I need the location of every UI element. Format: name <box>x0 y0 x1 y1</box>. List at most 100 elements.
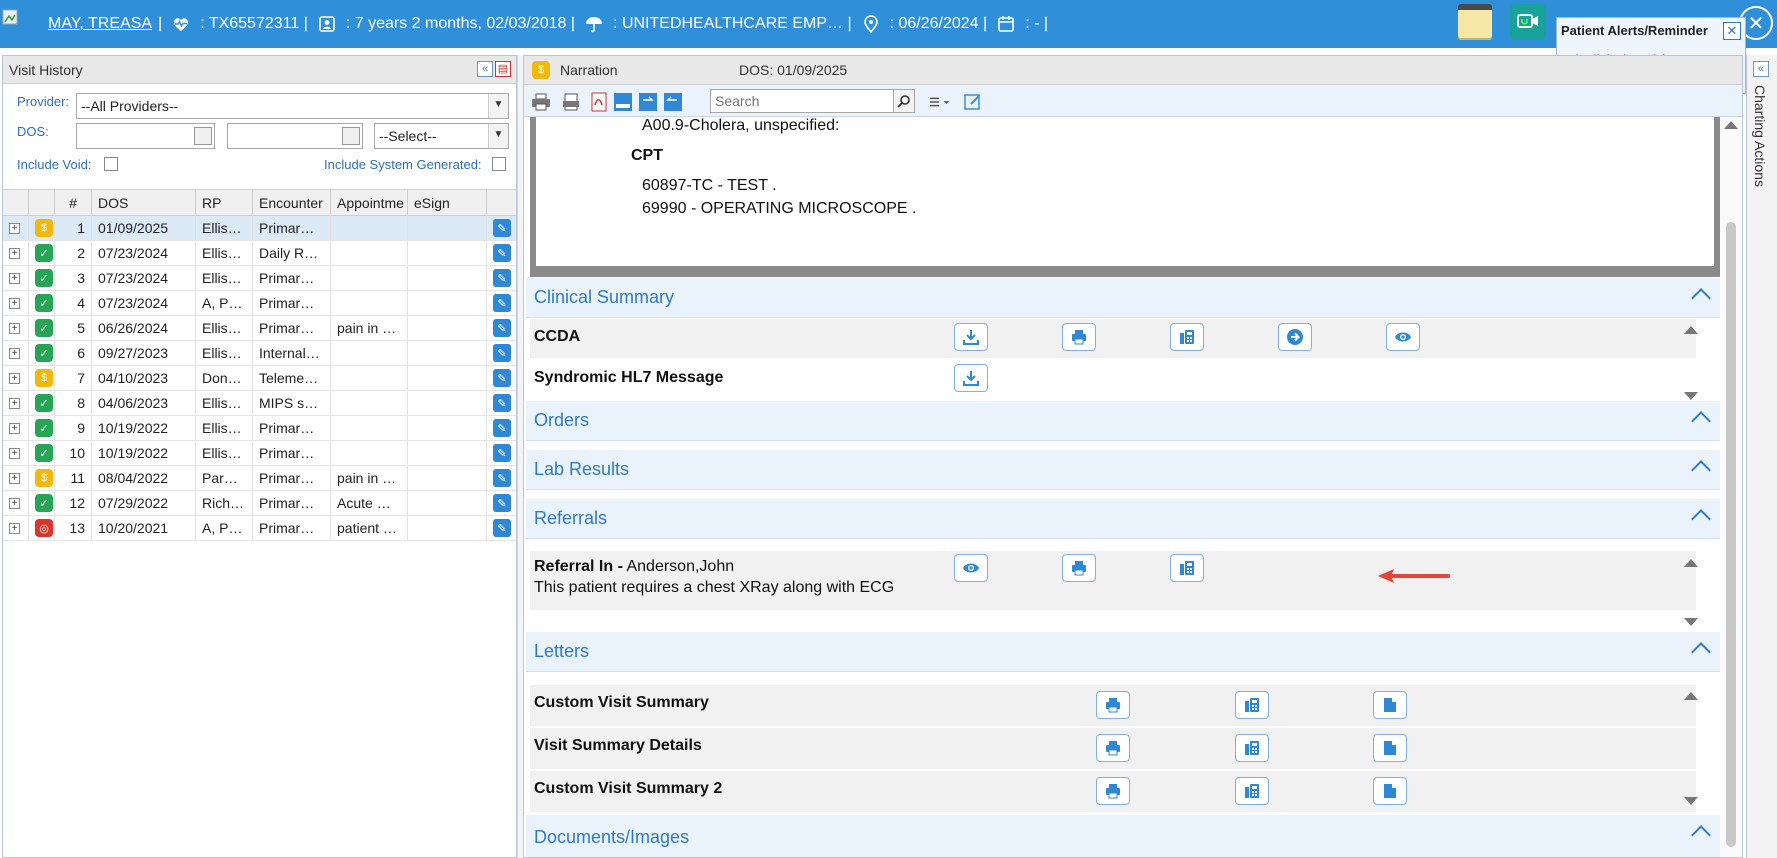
print-preview-icon[interactable] <box>560 92 582 112</box>
narration-search-input[interactable] <box>710 89 894 113</box>
expand-row-icon[interactable]: + <box>9 222 20 234</box>
letter1-document-button[interactable] <box>1373 691 1407 719</box>
print-icon[interactable] <box>530 92 552 112</box>
chevron-up-icon[interactable] <box>1691 411 1711 431</box>
pdf-icon[interactable]: ▤ <box>495 61 511 77</box>
scroll-up-icon[interactable] <box>1684 326 1698 334</box>
chevron-up-icon[interactable] <box>1691 288 1711 308</box>
close-alerts-icon[interactable]: ✕ <box>1723 22 1741 40</box>
edit-visit-icon[interactable]: ✎ <box>493 319 511 337</box>
scroll-down-icon[interactable] <box>1684 392 1698 400</box>
calendar-icon[interactable] <box>194 127 212 145</box>
expand-row-icon[interactable]: + <box>9 422 20 434</box>
letter3-print-button[interactable] <box>1096 777 1130 805</box>
search-icon[interactable] <box>893 89 915 113</box>
edit-visit-icon[interactable]: ✎ <box>493 444 511 462</box>
expand-row-icon[interactable]: + <box>9 397 20 409</box>
chevron-up-icon[interactable] <box>1691 509 1711 529</box>
expand-row-icon[interactable]: + <box>9 447 20 459</box>
letter1-print-button[interactable] <box>1096 691 1130 719</box>
referral-view-button[interactable] <box>954 554 988 582</box>
expand-row-icon[interactable]: + <box>9 297 20 309</box>
ccda-fax-button[interactable] <box>1170 323 1204 351</box>
ccda-send-button[interactable] <box>1278 323 1312 351</box>
scroll-thumb[interactable] <box>1726 222 1736 847</box>
ccda-view-button[interactable] <box>1386 323 1420 351</box>
edit-visit-icon[interactable]: ✎ <box>493 219 511 237</box>
expand-row-icon[interactable]: + <box>9 372 20 384</box>
menu-icon[interactable] <box>929 92 951 112</box>
referral-fax-button[interactable] <box>1170 554 1204 582</box>
letter1-fax-button[interactable] <box>1235 691 1269 719</box>
col-rp[interactable]: RP <box>196 190 253 215</box>
clinical-summary-header[interactable]: Clinical Summary <box>526 278 1722 318</box>
provider-select[interactable]: --All Providers-- ▼ <box>76 93 509 119</box>
hl7-download-button[interactable] <box>954 364 988 392</box>
table-row[interactable]: + ✓ 4 07/23/2024 A, P… Primar… ✎ <box>3 291 516 316</box>
letters-header[interactable]: Letters <box>526 632 1722 672</box>
telehealth-icon[interactable] <box>1510 4 1546 40</box>
table-row[interactable]: + $7 04/10/2023 Don… Teleme… ✎ <box>3 366 516 391</box>
lab-results-header[interactable]: Lab Results <box>526 450 1722 490</box>
table-row[interactable]: + ✓ 3 07/23/2024 Ellis… Primar… ✎ <box>3 266 516 291</box>
edit-visit-icon[interactable]: ✎ <box>493 419 511 437</box>
table-row[interactable]: + ✓ 2 07/23/2024 Ellis… Daily R… ✎ <box>3 241 516 266</box>
col-appointment[interactable]: Appointme <box>331 190 408 215</box>
pdf-export-icon[interactable] <box>588 92 610 112</box>
expand-row-icon[interactable]: + <box>9 522 20 534</box>
table-row[interactable]: + ✓ 12 07/29/2022 Rich… Primar… Acute … ✎ <box>3 491 516 516</box>
expand-row-icon[interactable]: + <box>9 347 20 359</box>
chevron-up-icon[interactable] <box>1691 460 1711 480</box>
scroll-up-icon[interactable] <box>1684 559 1698 567</box>
col-num[interactable]: # <box>55 190 92 215</box>
edit-note-icon[interactable] <box>962 92 984 112</box>
scroll-up-icon[interactable] <box>1684 692 1698 700</box>
ccda-send-icon[interactable] <box>637 92 659 112</box>
expand-row-icon[interactable]: + <box>9 247 20 259</box>
edit-visit-icon[interactable]: ✎ <box>493 469 511 487</box>
documents-header[interactable]: Documents/Images <box>526 815 1722 857</box>
expand-row-icon[interactable]: + <box>9 272 20 284</box>
edit-visit-icon[interactable]: ✎ <box>493 294 511 312</box>
scroll-down-icon[interactable] <box>1684 618 1698 626</box>
ccda-print-button[interactable] <box>1062 323 1096 351</box>
dos-to-input[interactable] <box>227 123 363 149</box>
referrals-header[interactable]: Referrals <box>526 499 1722 539</box>
expand-row-icon[interactable]: + <box>9 497 20 509</box>
edit-visit-icon[interactable]: ✎ <box>493 519 511 537</box>
edit-visit-icon[interactable]: ✎ <box>493 369 511 387</box>
orders-header[interactable]: Orders <box>526 401 1722 441</box>
expand-row-icon[interactable]: + <box>9 472 20 484</box>
narration-scrollbar[interactable] <box>1720 117 1742 857</box>
edit-visit-icon[interactable]: ✎ <box>493 394 511 412</box>
col-esign[interactable]: eSign <box>408 190 487 215</box>
letter2-print-button[interactable] <box>1096 734 1130 762</box>
notepad-icon[interactable] <box>1458 4 1492 40</box>
table-row[interactable]: + ✓ 10 10/19/2022 Ellis… Primar… ✎ <box>3 441 516 466</box>
referral-print-button[interactable] <box>1062 554 1096 582</box>
include-system-checkbox[interactable] <box>492 157 506 171</box>
chevron-up-icon[interactable] <box>1691 825 1711 845</box>
ccda-download-button[interactable] <box>954 323 988 351</box>
edit-visit-icon[interactable]: ✎ <box>493 344 511 362</box>
expand-row-icon[interactable]: + <box>9 322 20 334</box>
calendar-icon[interactable] <box>342 127 360 145</box>
patient-name-link[interactable]: MAY, TREASA <box>48 15 152 33</box>
include-void-checkbox[interactable] <box>104 157 118 171</box>
table-row[interactable]: + $11 08/04/2022 Par… Primar… pain in … ✎ <box>3 466 516 491</box>
letter2-document-button[interactable] <box>1373 734 1407 762</box>
table-row[interactable]: + ✓ 8 04/06/2023 Ellis… MIPS s… ✎ <box>3 391 516 416</box>
letter2-fax-button[interactable] <box>1235 734 1269 762</box>
edit-visit-icon[interactable]: ✎ <box>493 269 511 287</box>
col-dos[interactable]: DOS <box>92 190 196 215</box>
table-row[interactable]: + $1 01/09/2025 Ellis… Primar… ✎ <box>3 216 516 241</box>
dos-from-input[interactable] <box>76 123 215 149</box>
table-row[interactable]: + ✓ 6 09/27/2023 Ellis… Internal… ✎ <box>3 341 516 366</box>
collapse-left-icon[interactable]: « <box>477 61 493 77</box>
table-row[interactable]: + ✓ 5 06/26/2024 Ellis… Primar… pain in … ✎ <box>3 316 516 341</box>
col-encounter[interactable]: Encounter <box>253 190 331 215</box>
ccda-import-icon[interactable] <box>662 92 684 112</box>
ccda-icon[interactable] <box>612 92 634 112</box>
scroll-up-icon[interactable] <box>1724 121 1738 129</box>
chevron-up-icon[interactable] <box>1691 642 1711 662</box>
